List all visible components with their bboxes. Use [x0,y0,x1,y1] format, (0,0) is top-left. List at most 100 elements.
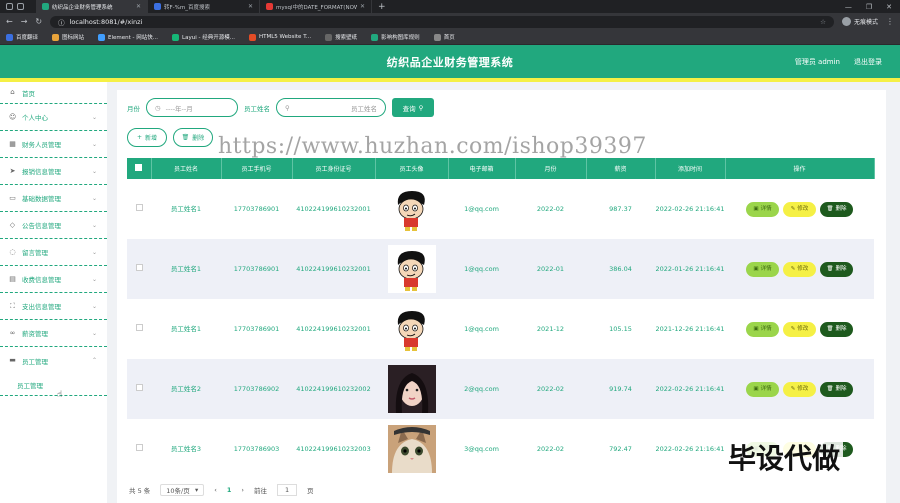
delete-button-label: 删除 [835,326,847,332]
sidebar: ⌂ 首页 ☺ 个人中心 ⌄ ▦ 财务人员管理 ⌄ ➤ 报销信息管理 ⌄ ▭ 基础数据管理 ⌄ ◇ 公告信息管理… [0,82,107,503]
page-number[interactable]: 1 [227,486,232,494]
delete-button[interactable]: 🗑删除 [820,381,853,397]
page-title: 纺织品企业财务管理系统 [386,55,514,69]
delete-button-label: 删除 [835,386,847,392]
bookmark-item[interactable]: 搜索壁纸 [325,33,357,41]
sidebar-item[interactable]: ▭ 基础数据管理 ⌄ [0,185,107,212]
url-input[interactable]: ⓘ localhost:8081/#/xinzi ☆ [50,15,834,28]
edit-button[interactable]: ✎修改 [783,201,816,217]
tab-close-icon[interactable]: ✕ [360,3,365,10]
maximize-icon[interactable]: ❐ [866,3,872,11]
browser-tab[interactable]: mysql中的DATE_FORMAT(NOW... ✕ [260,0,372,13]
name-search-input[interactable]: ⚲ 员工姓名 [276,98,386,117]
detail-button[interactable]: ▣详情 [746,381,779,397]
tab-close-icon[interactable]: ✕ [136,3,141,10]
row-action-group: ▣详情✎修改🗑删除 [725,321,874,337]
info-icon[interactable]: ⓘ [58,17,65,27]
bookmark-item[interactable]: HTML5 Website T... [248,33,311,41]
bookmark-item[interactable]: Element - 网站快... [98,33,158,41]
pin-icon: ◌ [9,247,16,256]
next-page-icon[interactable]: › [241,486,244,494]
goto-unit: 页 [307,487,314,495]
tab-favicon-icon [154,3,161,10]
trash-icon: 🗑 [826,266,834,272]
logout-link[interactable]: 退出登录 [854,57,882,67]
edit-button[interactable]: ✎修改 [783,381,816,397]
row-checkbox[interactable] [127,359,151,419]
name-placeholder: 员工姓名 [351,104,377,113]
cell-time: 2022-01-26 21:16:41 [655,239,725,299]
tag-icon: ◇ [9,220,16,229]
row-checkbox[interactable] [127,179,151,239]
browser-tab[interactable]: 转F-%m_百度搜索 ✕ [148,0,260,13]
window-icon[interactable] [6,3,13,10]
month-picker[interactable]: ◷ ----年--月 [146,98,238,117]
minimize-icon[interactable]: — [845,3,852,11]
select-all-checkbox[interactable] [127,158,152,179]
delete-button[interactable]: 🗑删除 [820,201,853,217]
row-checkbox[interactable] [127,239,151,299]
batch-delete-button[interactable]: 🗑 删除 [173,128,213,147]
detail-button-label: 详情 [760,206,772,212]
table-row: 员工姓名1 17703786901 410224199610232001 1@qq.c… [127,179,874,239]
page-size-select[interactable]: 10条/页 ▾ [160,484,205,496]
sidebar-item[interactable]: ▤ 收费信息管理 ⌄ [0,266,107,293]
cell-name: 员工姓名3 [170,445,202,453]
reload-icon[interactable]: ↻ [35,17,42,26]
delete-button[interactable]: 🗑删除 [820,261,853,277]
sidebar-item[interactable]: ⛶ 支出信息管理 ⌄ [0,293,107,320]
window-icons [0,3,36,10]
cell-time: 2022-02-26 21:16:41 [655,205,725,213]
close-window-icon[interactable]: ✕ [886,3,892,11]
sidebar-item[interactable]: ◇ 公告信息管理 ⌄ [0,212,107,239]
window-icon[interactable] [17,3,24,10]
goto-input[interactable]: 1 [277,484,298,496]
sidebar-item[interactable]: ☺ 个人中心 ⌄ [0,104,107,131]
detail-button-label: 详情 [760,386,772,392]
sidebar-item[interactable]: ∞ 薪资管理 ⌄ [0,320,107,347]
add-button[interactable]: + 新增 [127,128,167,147]
cell-email: 1@qq.com [448,239,515,299]
prev-page-icon[interactable]: ‹ [214,486,217,494]
forward-icon[interactable]: → [21,17,28,26]
edit-icon: ✎ [790,206,796,212]
back-icon[interactable]: ← [6,17,13,26]
delete-button[interactable]: 🗑删除 [820,321,853,337]
sidebar-item[interactable]: ⌂ 首页 [0,82,107,104]
bookmark-star-icon[interactable]: ☆ [820,18,826,26]
sidebar-item[interactable]: ▬ 员工管理 ⌃ [0,347,107,374]
detail-button[interactable]: ▣详情 [746,201,779,217]
edit-button[interactable]: ✎修改 [783,321,816,337]
current-user: 管理员 admin [794,58,840,66]
detail-button[interactable]: ▣详情 [746,321,779,337]
sidebar-item[interactable]: ➤ 报销信息管理 ⌄ [0,158,107,185]
sidebar-item[interactable]: ▦ 财务人员管理 ⌄ [0,131,107,158]
browser-tab[interactable]: 纺织品企业财务管理系统 ✕ [36,0,148,13]
menu-icon[interactable]: ⋮ [886,17,894,26]
bookmark-item[interactable]: Layui - 经典开源模... [172,33,235,41]
search-button[interactable]: 查询 ⚲ [392,98,434,117]
cell-phone: 17703786903 [233,445,280,453]
sidebar-subitem[interactable]: 员工管理 [0,374,107,396]
avatar [375,299,448,359]
bookmark-item[interactable]: 图标网站 [52,33,84,41]
tab-title: 纺织品企业财务管理系统 [52,4,113,11]
cell-salary: 792.47 [609,445,632,453]
tab-title: mysql中的DATE_FORMAT(NOW... [276,4,357,11]
salary-table: 员工姓名 员工手机号 员工身份证号 员工头像 电子邮箱 月份 薪资 添加时间 操作 员工姓名1 1… [127,158,875,479]
edit-button-label: 修改 [797,266,809,272]
tab-close-icon[interactable]: ✕ [248,3,253,10]
detail-button[interactable]: ▣详情 [746,261,779,277]
edit-button-label: 修改 [797,206,809,212]
sidebar-item[interactable]: ◌ 留言管理 ⌄ [0,239,107,266]
row-checkbox[interactable] [127,419,151,479]
new-tab-icon[interactable]: + [372,2,392,12]
row-action-group: ▣详情✎修改🗑删除 [725,261,874,277]
profile-button[interactable]: 无痕模式 [841,17,878,26]
bookmark-item[interactable]: 百度翻译 [6,33,38,41]
column-header: 月份 [515,158,587,179]
bookmark-item[interactable]: 首页 [433,33,455,41]
edit-button[interactable]: ✎修改 [783,261,816,277]
bookmark-item[interactable]: 影响构图库规则 [371,33,420,41]
row-checkbox[interactable] [127,299,151,359]
